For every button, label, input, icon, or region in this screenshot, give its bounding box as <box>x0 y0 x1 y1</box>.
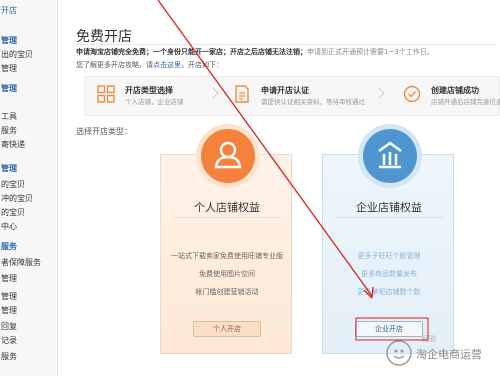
intro-bold: 申请淘宝店铺完全免费；一个身份只能开一家店；开店之后店铺无法注销； <box>76 48 307 56</box>
sidebar-section-header: 服务 <box>1 242 17 251</box>
watermark-top-text: 经验 <box>422 335 436 343</box>
person-icon <box>214 141 242 169</box>
step-2-sub: 需提供认证相关资料，等待审核通过 <box>261 98 365 106</box>
step-arrow <box>373 87 385 99</box>
personal-store-card: 个人店铺权益 一站式下载卖家免费使用旺铺专业版 免费使用图片空间 帐门槛创建营销… <box>160 129 292 354</box>
personal-feature-3: 帐门槛创建营销活动 <box>195 288 259 296</box>
enterprise-store-card: 企业店铺权益 更多子旺旺个股管理 更多商品数量发布 更多掌柜店铺数个数 企业开店 <box>322 129 454 354</box>
page-title: 免费开店 <box>76 29 132 45</box>
sidebar-section-header: 管理 <box>1 164 17 173</box>
card-divider <box>173 217 281 218</box>
sidebar-item[interactable]: 开店 <box>0 4 58 18</box>
sidebar-item[interactable]: 管理 <box>0 304 58 318</box>
enterprise-feature-1: 更多子旺旺个股管理 <box>357 252 421 260</box>
guide-prefix: 您了解更多开店攻略，请 <box>76 61 153 69</box>
intro-text: 申请淘宝店铺完全免费；一个身份只能开一家店；开店之后店铺无法注销；申请到正式开通… <box>76 47 434 57</box>
sidebar-item[interactable]: 冲的宝贝 <box>0 192 58 206</box>
sidebar-item[interactable]: 服务 <box>0 124 58 138</box>
main-content: 免费开店 申请淘宝店铺完全免费；一个身份只能开一家店；开店之后店铺无法注销；申请… <box>64 0 500 376</box>
guide-suffix: ，开店如下： <box>181 61 223 69</box>
step-3-sub: 店铺开通后店铺完善信息 <box>431 98 500 106</box>
personal-open-button[interactable]: 个人开店 <box>193 321 261 337</box>
enterprise-feature-2: 更多商品数量发布 <box>361 270 417 278</box>
enterprise-feature-3: 更多掌柜店铺数个数 <box>357 288 421 296</box>
sidebar-item[interactable]: 的宝贝 <box>0 178 58 192</box>
sidebar-item[interactable]: 中心 <box>0 220 58 234</box>
personal-card-title: 个人店铺权益 <box>194 201 260 214</box>
title-divider <box>76 44 496 45</box>
sidebar-item[interactable]: 管理 <box>0 272 58 286</box>
sidebar-item[interactable]: 寄快递 <box>0 138 58 152</box>
sidebar: 开店 管理 出的宝贝 管理 管理 工具 服务 寄快递 管理 的宝贝 冲的宝贝 的宝贝 中心 服务 者保障服务… <box>0 0 58 376</box>
enterprise-card-title: 企业店铺权益 <box>356 201 422 214</box>
sidebar-section-header: 管理 <box>1 36 17 45</box>
sidebar-item[interactable]: 出的宝贝 <box>0 48 58 62</box>
sidebar-item[interactable]: 工具 <box>0 110 58 124</box>
choose-type-label: 选择开店类型： <box>76 127 132 136</box>
step-arrow <box>207 87 219 99</box>
step-1-sub: 个人店铺，企业店铺 <box>125 98 184 106</box>
personal-badge <box>201 129 255 183</box>
check-circle-icon <box>403 85 421 103</box>
personal-feature-2: 免费使用图片空间 <box>199 270 255 278</box>
step-3-title: 创建店铺成功 <box>431 86 479 95</box>
card-divider <box>335 217 443 218</box>
sidebar-item[interactable]: 的宝贝 <box>0 206 58 220</box>
wechat-logo-icon <box>386 340 412 366</box>
guide-link[interactable]: 点击这里 <box>153 61 181 69</box>
intro-gray: 申请到正式开通预计需要1~3个工作日。 <box>307 48 434 56</box>
sidebar-item[interactable]: 回复 <box>0 320 58 334</box>
enterprise-open-button[interactable]: 企业开店 <box>355 321 423 337</box>
enterprise-badge <box>363 129 417 183</box>
steps-bar: 开店类型选择 个人店铺，企业店铺 申请开店认证 需提供认证相关资料，等待审核通过… <box>84 76 500 116</box>
sidebar-item[interactable]: 服务 <box>0 350 58 364</box>
watermark-text: 淘企电商运营 <box>416 348 482 361</box>
sidebar-item[interactable]: 者保障服务 <box>0 256 58 270</box>
personal-feature-1: 一站式下载卖家免费使用旺铺专业版 <box>171 252 283 260</box>
grid-icon <box>97 85 115 103</box>
sidebar-item[interactable]: 管理 <box>0 290 58 304</box>
sidebar-item[interactable]: 记录 <box>0 334 58 348</box>
watermark: 经验 淘企电商运营 <box>382 335 500 368</box>
document-icon <box>235 85 249 103</box>
sidebar-item[interactable]: 管理 <box>0 62 58 76</box>
step-1-title: 开店类型选择 <box>125 86 173 95</box>
guide-text: 您了解更多开店攻略，请点击这里，开店如下： <box>76 60 223 70</box>
sidebar-section-header: 管理 <box>1 84 17 93</box>
enterprise-icon <box>378 141 402 169</box>
step-2-title: 申请开店认证 <box>261 86 309 95</box>
